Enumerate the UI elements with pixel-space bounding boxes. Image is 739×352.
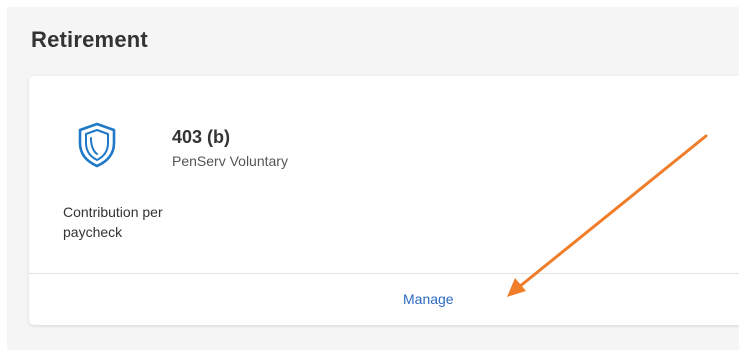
contribution-label: Contribution per paycheck [63, 204, 163, 240]
section-title: Retirement [31, 27, 148, 52]
retirement-section: Retirement 403 (b) PenServ Voluntary Con… [7, 7, 739, 350]
manage-link[interactable]: Manage [403, 291, 454, 307]
plan-provider: PenServ Voluntary [172, 153, 288, 169]
card-divider [29, 273, 739, 274]
plan-name: 403 (b) [172, 127, 231, 147]
plan-card: 403 (b) PenServ Voluntary Contribution p… [29, 76, 739, 325]
shield-icon [78, 122, 116, 168]
